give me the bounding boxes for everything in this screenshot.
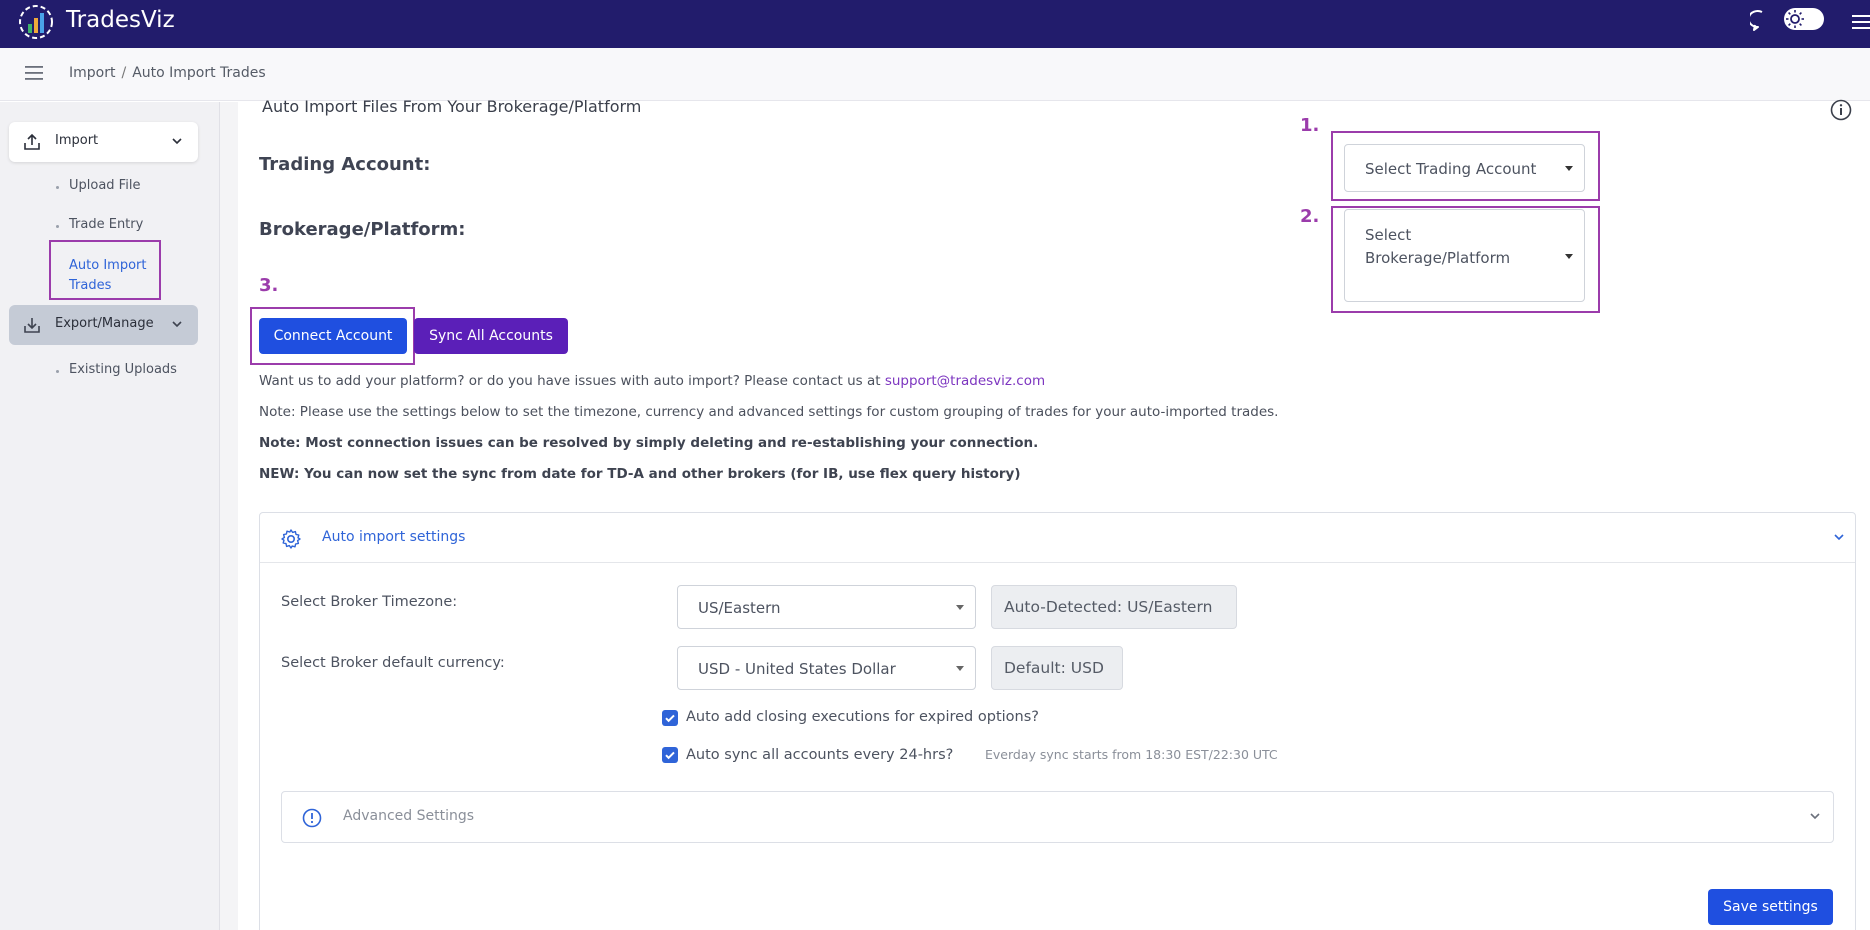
sun-icon (1786, 10, 1804, 28)
sync-all-accounts-button[interactable]: Sync All Accounts (414, 318, 568, 354)
logo-icon (19, 5, 53, 39)
brokerage-select[interactable]: Select Brokerage/Platform (1344, 209, 1585, 302)
gear-icon (281, 529, 301, 549)
sidebar: Import Upload File Trade Entry Export/Ma… (0, 102, 220, 930)
currency-label: Select Broker default currency: (281, 655, 505, 671)
chevron-down-icon (172, 138, 182, 145)
support-email-link[interactable]: support@tradesviz.com (885, 373, 1045, 389)
brokerage-select-line1: Select (1365, 226, 1412, 244)
advanced-settings-label: Advanced Settings (343, 808, 475, 824)
bullet-dot (56, 225, 59, 228)
sidebar-item-import-label: Import (55, 133, 99, 148)
sidebar-item-export-manage[interactable]: Export/Manage (9, 305, 198, 345)
breadcrumb: Import / Auto Import Trades (69, 65, 266, 81)
sidebar-toggle-icon[interactable] (25, 66, 43, 80)
bullet-dot (56, 186, 59, 189)
brokerage-select-line2: Brokerage/Platform (1365, 249, 1511, 267)
auto-sync-label: Auto sync all accounts every 24-hrs? (686, 747, 954, 763)
contact-note: Want us to add your platform? or do you … (259, 373, 1045, 389)
sidebar-item-label: Upload File (69, 178, 141, 193)
dropdown-caret-icon (956, 666, 964, 671)
sidebar-item-label: Trade Entry (69, 217, 144, 232)
breadcrumb-current: Auto Import Trades (132, 65, 266, 81)
menu-icon[interactable] (1852, 14, 1870, 30)
chevron-down-icon (1810, 813, 1820, 820)
brokerage-select-value: Select Brokerage/Platform (1365, 224, 1510, 270)
currency-default-badge: Default: USD (991, 646, 1123, 690)
connection-note: Note: Most connection issues can be reso… (259, 435, 1039, 451)
trading-account-select-value: Select Trading Account (1365, 160, 1537, 178)
chat-icon[interactable] (1750, 9, 1774, 33)
auto-import-settings-title: Auto import settings (322, 529, 466, 545)
auto-sync-checkbox[interactable] (662, 747, 678, 763)
breadcrumb-import[interactable]: Import (69, 65, 115, 81)
sidebar-item-export-label: Export/Manage (55, 316, 154, 331)
sidebar-item-import[interactable]: Import (9, 122, 198, 162)
top-navbar: TradesViz (0, 0, 1870, 48)
step-marker-3: 3. (259, 275, 279, 296)
auto-import-settings-panel: Auto import settings (259, 512, 1856, 930)
timezone-detected-badge: Auto-Detected: US/Eastern (991, 585, 1237, 629)
save-settings-button[interactable]: Save settings (1708, 889, 1833, 925)
auto-close-expired-label: Auto add closing executions for expired … (686, 709, 1039, 725)
app-title[interactable]: TradesViz (66, 7, 175, 33)
timezone-select[interactable]: US/Eastern (677, 585, 976, 629)
sidebar-item-auto-import-trades[interactable]: Auto Import Trades (69, 256, 159, 296)
trading-account-label: Trading Account: (259, 154, 431, 175)
trading-account-select[interactable]: Select Trading Account (1344, 144, 1585, 192)
currency-select[interactable]: USD - United States Dollar (677, 646, 976, 690)
step-marker-1: 1. (1300, 115, 1320, 136)
theme-toggle[interactable] (1784, 8, 1824, 30)
sidebar-gutter (220, 102, 238, 930)
connect-account-button[interactable]: Connect Account (259, 318, 407, 354)
auto-import-settings-header[interactable]: Auto import settings (260, 513, 1855, 563)
chevron-down-icon (172, 321, 182, 328)
download-icon (24, 318, 40, 333)
alert-circle-icon (302, 808, 322, 828)
settings-note: Note: Please use the settings below to s… (259, 404, 1279, 420)
step-marker-2: 2. (1300, 206, 1320, 227)
sidebar-item-label: Auto Import Trades (69, 258, 147, 293)
auto-close-expired-checkbox[interactable] (662, 710, 678, 726)
advanced-settings-accordion[interactable]: Advanced Settings (281, 791, 1834, 843)
page-title: Auto Import Files From Your Brokerage/Pl… (262, 97, 642, 116)
timezone-select-value: US/Eastern (698, 599, 781, 617)
dropdown-caret-icon (956, 605, 964, 610)
brokerage-label: Brokerage/Platform: (259, 219, 466, 240)
dropdown-caret-icon (1565, 254, 1573, 259)
info-icon[interactable] (1830, 99, 1852, 121)
check-icon (665, 751, 675, 760)
contact-note-text: Want us to add your platform? or do you … (259, 373, 881, 389)
chevron-down-icon (1834, 534, 1844, 541)
bullet-dot (56, 370, 59, 373)
timezone-label: Select Broker Timezone: (281, 594, 458, 610)
currency-select-value: USD - United States Dollar (698, 660, 896, 678)
sidebar-item-label: Existing Uploads (69, 362, 177, 377)
sync-hint: Everday sync starts from 18:30 EST/22:30… (985, 747, 1278, 762)
breadcrumb-bar: Import / Auto Import Trades (0, 48, 1870, 101)
dropdown-caret-icon (1565, 166, 1573, 171)
new-feature-note: NEW: You can now set the sync from date … (259, 466, 1021, 482)
check-icon (665, 714, 675, 723)
upload-icon (24, 133, 40, 150)
